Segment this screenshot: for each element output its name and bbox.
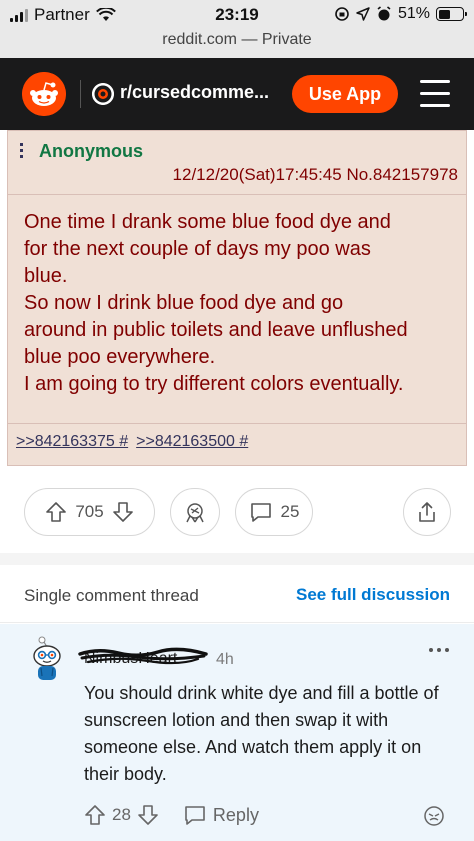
reddit-logo-icon[interactable] (22, 72, 66, 116)
reddit-header: r/cursedcomme... Use App (0, 58, 474, 130)
alarm-icon (377, 6, 391, 21)
screen-rotation-lock-icon (335, 7, 349, 21)
comment-actions: 28 Reply (84, 804, 259, 826)
use-app-button[interactable]: Use App (292, 75, 398, 113)
post-line: blue poo everywhere. (24, 346, 216, 368)
share-icon (419, 502, 435, 522)
reply-link: >>842163500 # (136, 433, 249, 450)
post-line: So now I drink blue food dye and go (24, 292, 344, 314)
more-options-icon[interactable] (428, 646, 450, 654)
subreddit-icon[interactable] (92, 83, 114, 105)
section-separator (0, 553, 474, 565)
see-full-discussion-link[interactable]: See full discussion (296, 585, 450, 605)
comment-vote-count: 28 (112, 805, 131, 824)
poster-name: Anonymous (39, 141, 144, 161)
award-icon[interactable] (422, 804, 446, 828)
reply-link: >>842163375 # (16, 433, 129, 450)
post-line: I am going to try different colors event… (24, 373, 404, 395)
vote-control: 705 (24, 488, 155, 536)
redaction-scribble (78, 647, 208, 665)
comment-downvote-icon[interactable] (137, 804, 159, 826)
battery-icon (436, 7, 467, 21)
avatar[interactable] (30, 636, 64, 682)
chan-post-body: One time I drank some blue food dye and … (8, 196, 466, 424)
vote-count: 705 (75, 502, 104, 521)
post-menu-dots-icon (20, 143, 24, 161)
award-icon (186, 503, 204, 523)
post-line: for the next couple of days my poo was (24, 238, 371, 260)
address-bar[interactable]: reddit.com — Private (0, 31, 474, 49)
location-icon (356, 7, 370, 21)
share-button[interactable] (403, 488, 451, 536)
upvote-icon[interactable] (45, 501, 67, 523)
comment-upvote-icon[interactable] (84, 804, 106, 826)
comment-icon (250, 503, 271, 522)
menu-icon[interactable] (420, 80, 450, 108)
chan-post-header: Anonymous 12/12/20(Sat)17:45:45 No.84215… (8, 131, 466, 195)
comment-time: 4h (216, 651, 234, 668)
status-bar: Partner 23:19 51% reddit.com — Private (0, 0, 474, 58)
comments-button[interactable]: 25 (235, 488, 313, 536)
thread-bar: Single comment thread See full discussio… (0, 565, 474, 623)
thread-title: Single comment thread (24, 586, 199, 605)
reply-button[interactable]: Reply (183, 804, 259, 826)
reply-label: Reply (212, 804, 259, 825)
post-line: One time I drank some blue food dye and (24, 211, 391, 233)
post-line: around in public toilets and leave unflu… (24, 319, 408, 341)
comment-count: 25 (280, 502, 300, 521)
post-image[interactable]: Anonymous 12/12/20(Sat)17:45:45 No.84215… (7, 130, 467, 466)
battery-percent: 51% (397, 5, 430, 22)
reply-icon (185, 806, 205, 825)
reply-links: >>842163375 # >>842163500 # (16, 433, 248, 451)
post-line: blue. (24, 265, 68, 287)
award-button[interactable] (170, 488, 220, 536)
post-actions: 705 25 (0, 488, 474, 540)
downvote-icon[interactable] (112, 501, 134, 523)
comment-body: You should drink white dye and fill a bo… (84, 683, 439, 784)
comment: NimbusHeart 4h You should drink white dy… (0, 624, 474, 841)
post-meta: 12/12/20(Sat)17:45:45 No.842157978 (172, 165, 458, 184)
subreddit-name[interactable]: r/cursedcomme... (120, 82, 269, 103)
header-divider (80, 80, 81, 108)
